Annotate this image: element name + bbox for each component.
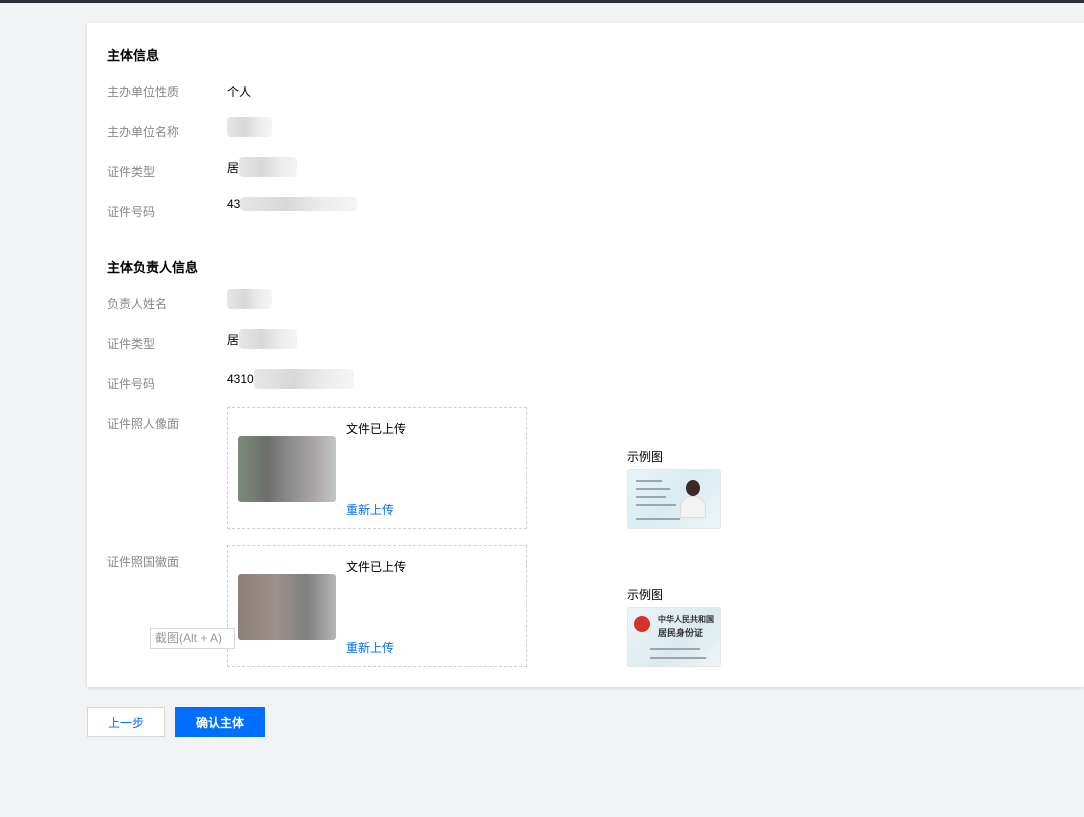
label-org-name: 主办单位名称 bbox=[107, 125, 180, 139]
section-title-owner: 主体负责人信息 bbox=[107, 260, 199, 275]
redacted-mask bbox=[240, 197, 358, 211]
value-id-type: 居 bbox=[227, 157, 298, 177]
screenshot-tooltip: 截图(Alt + A) bbox=[150, 628, 235, 649]
sample-label-portrait: 示例图 bbox=[627, 450, 664, 464]
person-photo-icon bbox=[680, 478, 706, 518]
value-owner-name bbox=[227, 289, 272, 309]
label-org-nature: 主办单位性质 bbox=[107, 85, 180, 99]
sample-emblem-image: 中华人民共和国 居民身份证 bbox=[627, 607, 721, 667]
redacted-mask bbox=[253, 369, 354, 389]
uploaded-emblem-thumbnail bbox=[238, 574, 336, 640]
reupload-emblem-link[interactable]: 重新上传 bbox=[346, 639, 394, 656]
redacted-mask bbox=[239, 329, 298, 349]
top-bar bbox=[0, 0, 1084, 3]
upload-status-portrait: 文件已上传 bbox=[346, 422, 407, 436]
redacted-mask bbox=[227, 289, 272, 309]
label-id-number: 证件号码 bbox=[107, 205, 156, 219]
label-owner-id-number: 证件号码 bbox=[107, 377, 156, 391]
value-owner-id-type: 居 bbox=[227, 329, 298, 349]
section-title-subject: 主体信息 bbox=[107, 48, 160, 63]
upload-status-emblem: 文件已上传 bbox=[346, 560, 407, 574]
label-id-portrait: 证件照人像面 bbox=[107, 417, 180, 431]
subject-info-card: 主体信息 主办单位性质 个人 主办单位名称 证件类型 居 证件号码 43 主体负… bbox=[87, 23, 1084, 687]
upload-box-portrait[interactable]: 文件已上传 重新上传 bbox=[227, 407, 527, 529]
sample-portrait-image bbox=[627, 469, 721, 529]
reupload-portrait-link[interactable]: 重新上传 bbox=[346, 501, 394, 518]
value-org-nature: 个人 bbox=[227, 85, 252, 99]
sample-label-emblem: 示例图 bbox=[627, 588, 664, 602]
label-owner-id-type: 证件类型 bbox=[107, 337, 156, 351]
value-id-number: 43 bbox=[227, 197, 358, 211]
id-card-caption-country: 中华人民共和国 bbox=[658, 615, 714, 624]
label-id-emblem: 证件照国徽面 bbox=[107, 555, 180, 569]
id-card-caption-title: 居民身份证 bbox=[658, 628, 704, 638]
national-emblem-icon bbox=[634, 616, 650, 632]
label-id-type: 证件类型 bbox=[107, 165, 156, 179]
redacted-mask bbox=[239, 157, 298, 177]
uploaded-portrait-thumbnail bbox=[238, 436, 336, 502]
prev-step-button[interactable]: 上一步 bbox=[87, 707, 165, 737]
redacted-mask bbox=[227, 117, 272, 137]
confirm-subject-button[interactable]: 确认主体 bbox=[175, 707, 265, 737]
label-owner-name: 负责人姓名 bbox=[107, 297, 168, 311]
upload-box-emblem[interactable]: 文件已上传 重新上传 bbox=[227, 545, 527, 667]
value-owner-id-number: 4310 bbox=[227, 369, 354, 389]
value-org-name bbox=[227, 117, 272, 137]
